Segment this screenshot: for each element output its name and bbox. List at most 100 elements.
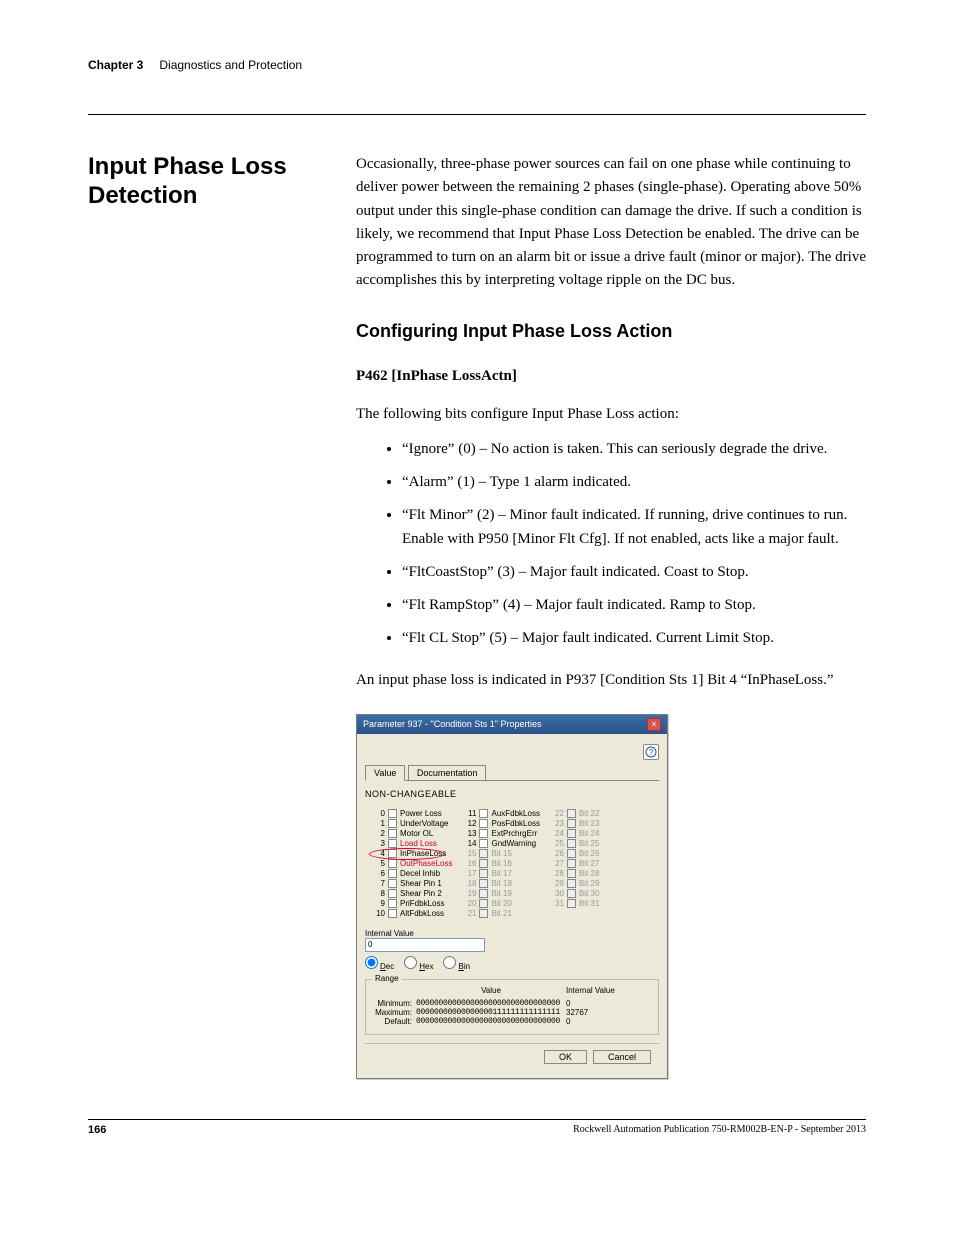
page-number: 166 (88, 1124, 106, 1136)
bit-number: 0 (373, 809, 385, 818)
checkbox-icon (567, 899, 576, 908)
radio-dec-input[interactable] (365, 956, 378, 969)
bit-checkbox-row: 4 InPhaseLoss (373, 849, 452, 858)
bit-number: 21 (464, 909, 476, 918)
svg-text:?: ? (649, 748, 654, 757)
chapter-title: Diagnostics and Protection (159, 58, 302, 72)
header-rule (88, 114, 866, 115)
dialog-button-row: OK Cancel (365, 1043, 659, 1070)
bit-checkbox-row: 30Bit 30 (552, 889, 599, 898)
bits-column: 22Bit 2223Bit 2324Bit 2425Bit 2526Bit 26… (552, 809, 599, 918)
radio-bin-input[interactable] (443, 956, 456, 969)
range-row: Maximum:00000000000000000111111111111111… (374, 1008, 650, 1017)
ok-button[interactable]: OK (544, 1050, 587, 1064)
checkbox-icon[interactable] (479, 809, 488, 818)
bits-grid: 0Power Loss1UnderVoltage2Motor OL3Load L… (373, 809, 659, 918)
bit-checkbox-row: 18Bit 18 (464, 879, 539, 888)
bit-checkbox-row: 5OutPhaseLoss (373, 859, 452, 868)
checkbox-icon[interactable] (388, 909, 397, 918)
bit-number: 5 (373, 859, 385, 868)
tab-value[interactable]: Value (365, 765, 405, 781)
checkbox-icon (567, 829, 576, 838)
range-row-label: Minimum: (374, 999, 416, 1008)
bit-item: “Flt CL Stop” (5) – Major fault indicate… (402, 627, 866, 650)
page-header: Chapter 3 Diagnostics and Protection (88, 58, 866, 72)
help-icon[interactable]: ? (643, 744, 659, 760)
checkbox-icon (479, 889, 488, 898)
checkbox-icon[interactable] (388, 839, 397, 848)
checkbox-icon[interactable] (479, 819, 488, 828)
bit-number: 24 (552, 829, 564, 838)
radio-bin[interactable]: Bin (443, 956, 470, 971)
checkbox-icon[interactable] (388, 879, 397, 888)
bit-checkbox-row: 21Bit 21 (464, 909, 539, 918)
bit-label: AltFdbkLoss (400, 909, 444, 918)
bit-number: 29 (552, 879, 564, 888)
tab-documentation[interactable]: Documentation (408, 765, 487, 780)
internal-value-input[interactable] (365, 938, 485, 952)
internal-value-label: Internal Value (365, 929, 414, 938)
checkbox-icon[interactable] (388, 889, 397, 898)
checkbox-icon[interactable] (388, 819, 397, 828)
bit-label: ExtPrchrgErr (491, 829, 537, 838)
cancel-button[interactable]: Cancel (593, 1050, 651, 1064)
range-row-internal: 0 (566, 999, 606, 1008)
bit-number: 16 (464, 859, 476, 868)
bit-number: 9 (373, 899, 385, 908)
close-icon[interactable]: × (647, 718, 661, 731)
checkbox-icon[interactable] (388, 859, 397, 868)
bit-label: Bit 24 (579, 829, 599, 838)
bit-checkbox-row: 29 Bit 29 (552, 879, 599, 888)
range-row-value: 00000000000000000000000000000000 (416, 999, 566, 1008)
checkbox-icon (567, 869, 576, 878)
checkbox-icon[interactable] (388, 899, 397, 908)
checkbox-icon (567, 879, 576, 888)
bit-checkbox-row: 2 Motor OL (373, 829, 452, 838)
bit-item: “Ignore” (0) – No action is taken. This … (402, 438, 866, 461)
bit-checkbox-row: 1UnderVoltage (373, 819, 452, 828)
radix-row: DDecec Hex Bin (365, 956, 659, 971)
bit-number: 8 (373, 889, 385, 898)
radio-hex[interactable]: Hex (404, 956, 433, 971)
subsection-title: Configuring Input Phase Loss Action (356, 321, 866, 342)
bit-checkbox-row: 26Bit 26 (552, 849, 599, 858)
range-row-internal: 32767 (566, 1008, 606, 1017)
bit-label: Bit 25 (579, 839, 599, 848)
checkbox-icon[interactable] (479, 829, 488, 838)
bit-number: 6 (373, 869, 385, 878)
bit-number: 31 (552, 899, 564, 908)
checkbox-icon (567, 859, 576, 868)
bit-checkbox-row: 28Bit 28 (552, 869, 599, 878)
bit-checkbox-row: 31Bit 31 (552, 899, 599, 908)
bit-number: 1 (373, 819, 385, 828)
checkbox-icon[interactable] (388, 869, 397, 878)
tab-strip: Value Documentation (365, 764, 659, 781)
dialog-titlebar[interactable]: Parameter 937 - "Condition Sts 1" Proper… (357, 715, 667, 734)
bit-label: Motor OL (400, 829, 433, 838)
bits-list: “Ignore” (0) – No action is taken. This … (356, 438, 866, 651)
radio-dec[interactable]: DDecec (365, 956, 394, 971)
bit-label: AuxFdbkLoss (491, 809, 539, 818)
bit-label: Bit 22 (579, 809, 599, 818)
dialog-title: Parameter 937 - "Condition Sts 1" Proper… (363, 719, 541, 729)
radio-hex-input[interactable] (404, 956, 417, 969)
checkbox-icon[interactable] (388, 849, 397, 858)
checkbox-icon[interactable] (388, 829, 397, 838)
bit-checkbox-row: 8Shear Pin 2 (373, 889, 452, 898)
bit-label: Bit 15 (491, 849, 511, 858)
range-legend: Range (372, 974, 402, 983)
bit-number: 4 (373, 849, 385, 858)
non-changeable-label: NON-CHANGEABLE (365, 789, 659, 799)
bit-label: Bit 29 (579, 879, 599, 888)
checkbox-icon[interactable] (388, 809, 397, 818)
section-title: Input Phase Loss Detection (88, 153, 328, 211)
bit-label: InPhaseLoss (400, 849, 446, 858)
range-row: Minimum:00000000000000000000000000000000… (374, 999, 650, 1008)
range-row-internal: 0 (566, 1017, 606, 1026)
checkbox-icon (479, 899, 488, 908)
bit-number: 2 (373, 829, 385, 838)
checkbox-icon[interactable] (479, 839, 488, 848)
bit-number: 17 (464, 869, 476, 878)
bit-number: 25 (552, 839, 564, 848)
range-row-value: 00000000000000000000000000000000 (416, 1017, 566, 1026)
